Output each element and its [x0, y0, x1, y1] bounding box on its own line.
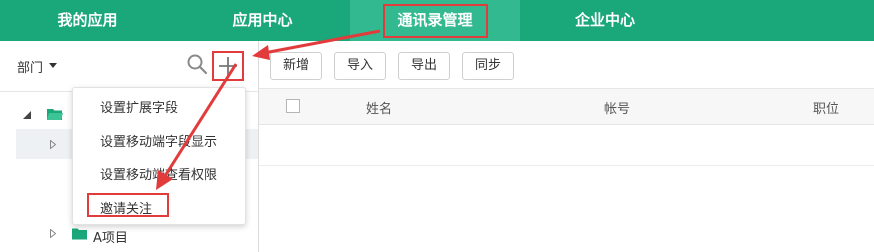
table-row-divider: [259, 165, 874, 166]
collapsed-triangle-icon[interactable]: [50, 140, 56, 149]
add-dropdown-menu: 设置扩展字段 设置移动端字段显示 设置移动端查看权限 邀请关注: [72, 87, 246, 225]
menu-item-mobile-view-permission[interactable]: 设置移动端查看权限: [100, 164, 217, 183]
export-button[interactable]: 导出: [398, 52, 450, 80]
tab-app-center[interactable]: 应用中心: [175, 0, 350, 41]
folder-icon: [72, 228, 87, 240]
plus-icon: [219, 57, 237, 75]
search-icon[interactable]: [186, 53, 208, 75]
menu-item-invite-follow[interactable]: 邀请关注: [100, 198, 152, 217]
folder-open-icon: [47, 109, 63, 120]
table-header: [259, 89, 874, 125]
tab-enterprise-center[interactable]: 企业中心: [520, 0, 690, 41]
menu-item-mobile-field-display[interactable]: 设置移动端字段显示: [100, 131, 217, 150]
add-button[interactable]: [212, 51, 244, 81]
tree-item-project-a[interactable]: A项目: [93, 227, 128, 246]
import-button[interactable]: 导入: [334, 52, 386, 80]
column-header-position[interactable]: 职位: [813, 98, 839, 117]
collapsed-triangle-icon[interactable]: [50, 229, 56, 238]
department-dropdown-label[interactable]: 部门: [17, 57, 43, 76]
chevron-down-icon[interactable]: [49, 63, 57, 68]
column-header-account[interactable]: 帐号: [604, 98, 630, 117]
menu-item-extend-fields[interactable]: 设置扩展字段: [100, 97, 178, 116]
select-all-checkbox[interactable]: [286, 99, 300, 113]
add-new-button[interactable]: 新增: [270, 52, 322, 80]
column-header-name[interactable]: 姓名: [366, 98, 392, 117]
expanded-triangle-icon[interactable]: [23, 111, 31, 119]
tab-my-apps[interactable]: 我的应用: [0, 0, 175, 41]
active-tab-highlight: [383, 4, 488, 38]
sync-button[interactable]: 同步: [462, 52, 514, 80]
